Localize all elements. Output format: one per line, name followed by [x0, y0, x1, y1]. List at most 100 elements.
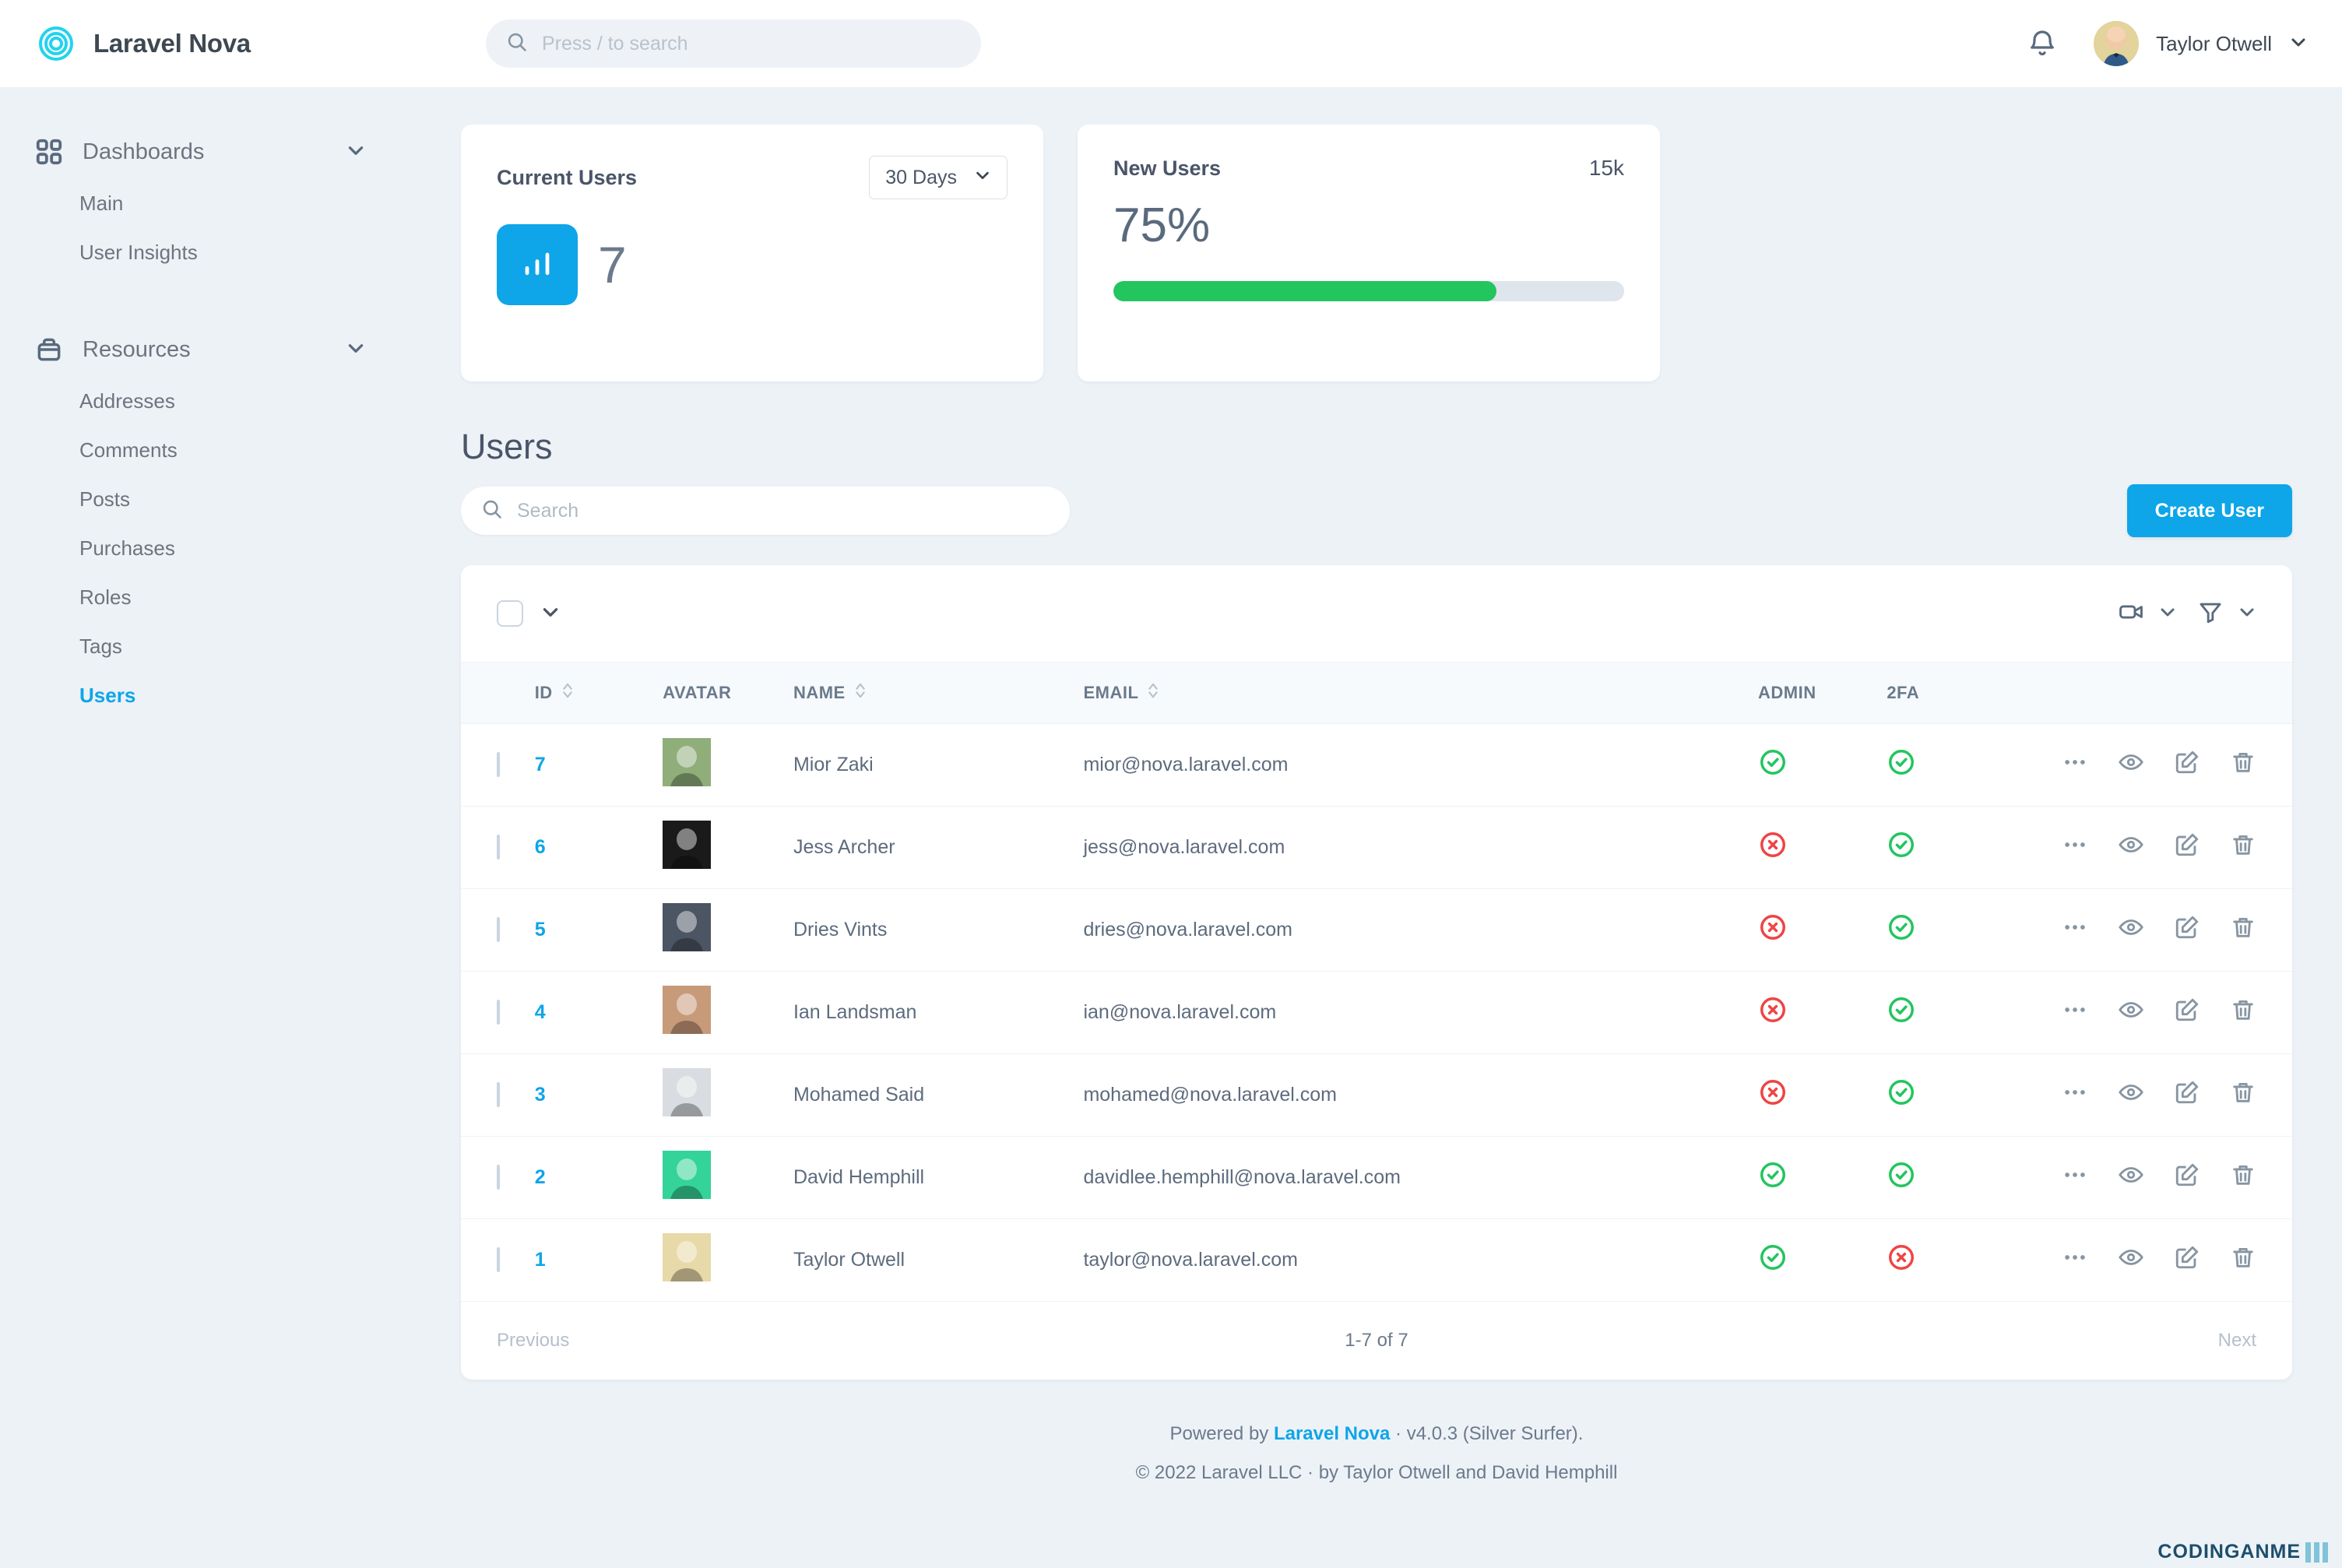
row-id-link[interactable]: 1: [535, 1249, 546, 1271]
chevron-down-icon[interactable]: [540, 602, 561, 626]
row-avatar-cell: [663, 723, 793, 807]
search-input[interactable]: Search: [461, 487, 1070, 535]
chevron-down-icon[interactable]: [346, 338, 366, 362]
sidebar-item-tags[interactable]: Tags: [0, 622, 448, 671]
ellipsis-icon[interactable]: [2062, 1079, 2088, 1111]
next-page-button[interactable]: Next: [2218, 1330, 2256, 1352]
page-title: Users: [461, 427, 553, 466]
create-user-button[interactable]: Create User: [2126, 484, 2292, 537]
th-id[interactable]: ID: [534, 662, 663, 724]
row-select-cell: [461, 1053, 535, 1137]
sidebar-item-roles[interactable]: Roles: [0, 573, 448, 622]
sidebar-item-user-insights[interactable]: User Insights: [0, 228, 448, 277]
row-name-cell: Taylor Otwell: [793, 1218, 1084, 1302]
row-checkbox[interactable]: [497, 1165, 500, 1190]
trash-icon[interactable]: [2230, 997, 2256, 1028]
row-checkbox[interactable]: [497, 1247, 500, 1272]
row-name-cell: Mohamed Said: [793, 1053, 1084, 1137]
archive-box-icon: [34, 335, 64, 364]
row-id-link[interactable]: 6: [535, 836, 546, 858]
row-id-link[interactable]: 4: [535, 1001, 546, 1023]
row-admin-status: [1757, 971, 1887, 1054]
table-row[interactable]: 1 Taylor Otwell taylor@nova.laravel.com: [461, 1218, 2292, 1302]
sidebar-item-users[interactable]: Users: [0, 671, 448, 720]
sidebar-item-posts[interactable]: Posts: [0, 475, 448, 524]
eye-icon[interactable]: [2118, 1162, 2144, 1194]
pencil-icon[interactable]: [2174, 831, 2200, 863]
eye-icon[interactable]: [2118, 749, 2144, 781]
row-email-cell: taylor@nova.laravel.com: [1083, 1218, 1758, 1302]
th-name[interactable]: NAME: [793, 662, 1084, 724]
pencil-icon[interactable]: [2174, 914, 2200, 946]
row-id-link[interactable]: 3: [535, 1084, 546, 1106]
sidebar-item-main[interactable]: Main: [0, 179, 448, 228]
table-row[interactable]: 4 Ian Landsman ian@nova.laravel.com: [461, 971, 2292, 1054]
range-select[interactable]: 30 Days: [869, 156, 1007, 199]
pencil-icon[interactable]: [2174, 997, 2200, 1028]
pencil-icon[interactable]: [2174, 1162, 2200, 1194]
sidebar-item-purchases[interactable]: Purchases: [0, 524, 448, 573]
eye-icon[interactable]: [2118, 831, 2144, 863]
sidebar-group-dashboards[interactable]: Dashboards: [0, 125, 448, 179]
sidebar-item-addresses[interactable]: Addresses: [0, 377, 448, 426]
row-checkbox[interactable]: [497, 752, 500, 777]
pagination-count: 1-7 of 7: [1345, 1330, 1408, 1351]
global-search-input[interactable]: Press / to search: [486, 19, 981, 68]
row-id-link[interactable]: 5: [535, 919, 546, 940]
row-select-cell: [461, 806, 535, 889]
row-actions-cell: [2062, 971, 2292, 1054]
chevron-down-icon: [2238, 603, 2256, 625]
select-all-checkbox[interactable]: [497, 600, 523, 627]
eye-icon[interactable]: [2118, 1244, 2144, 1276]
row-checkbox[interactable]: [497, 1082, 500, 1107]
chevron-down-icon: [2158, 603, 2177, 625]
table-row[interactable]: 3 Mohamed Said mohamed@nova.laravel.com: [461, 1053, 2292, 1137]
trash-icon[interactable]: [2230, 1244, 2256, 1276]
actions-menu-button[interactable]: [2118, 599, 2177, 629]
sort-icon: [855, 681, 866, 705]
pencil-icon[interactable]: [2174, 1244, 2200, 1276]
row-id-link[interactable]: 2: [535, 1166, 546, 1188]
ellipsis-icon[interactable]: [2062, 1244, 2088, 1276]
chevron-down-icon: [2289, 33, 2308, 55]
eye-icon[interactable]: [2118, 1079, 2144, 1111]
table-row[interactable]: 6 Jess Archer jess@nova.laravel.com: [461, 806, 2292, 889]
row-checkbox[interactable]: [497, 835, 500, 860]
th-2fa: 2FA: [1887, 662, 2062, 724]
ellipsis-icon[interactable]: [2062, 749, 2088, 781]
chevron-down-icon[interactable]: [346, 140, 366, 164]
ellipsis-icon[interactable]: [2062, 831, 2088, 863]
eye-icon[interactable]: [2118, 997, 2144, 1028]
progress-bar-fill: [1113, 281, 1496, 301]
trash-icon[interactable]: [2230, 914, 2256, 946]
pencil-icon[interactable]: [2174, 749, 2200, 781]
table-row[interactable]: 7 Mior Zaki mior@nova.laravel.com: [461, 723, 2292, 807]
sidebar-item-comments[interactable]: Comments: [0, 426, 448, 475]
pencil-icon[interactable]: [2174, 1079, 2200, 1111]
footer-powered-by: Powered by Laravel Nova · v4.0.3 (Silver…: [461, 1423, 2292, 1445]
trash-icon[interactable]: [2230, 831, 2256, 863]
row-checkbox[interactable]: [497, 1000, 500, 1025]
ellipsis-icon[interactable]: [2062, 914, 2088, 946]
table-row[interactable]: 2 David Hemphill davidlee.hemphill@nova.la…: [461, 1136, 2292, 1219]
brand[interactable]: Laravel Nova: [34, 22, 386, 65]
sidebar-group-resources[interactable]: Resources: [0, 322, 448, 377]
ellipsis-icon[interactable]: [2062, 1162, 2088, 1194]
table-row[interactable]: 5 Dries Vints dries@nova.laravel.com: [461, 888, 2292, 972]
th-email[interactable]: EMAIL: [1083, 662, 1758, 724]
eye-icon[interactable]: [2118, 914, 2144, 946]
row-2fa-status: [1887, 888, 2062, 972]
laravel-nova-link[interactable]: Laravel Nova: [1274, 1423, 1390, 1444]
trash-icon[interactable]: [2230, 1079, 2256, 1111]
filter-button[interactable]: [2197, 599, 2256, 629]
trash-icon[interactable]: [2230, 749, 2256, 781]
ellipsis-icon[interactable]: [2062, 997, 2088, 1028]
trash-icon[interactable]: [2230, 1162, 2256, 1194]
row-name-cell: Dries Vints: [793, 888, 1084, 972]
bell-icon[interactable]: [2027, 28, 2058, 59]
previous-page-button[interactable]: Previous: [497, 1330, 569, 1352]
user-menu[interactable]: Taylor Otwell: [2094, 21, 2308, 66]
row-id-link[interactable]: 7: [535, 754, 546, 775]
row-checkbox[interactable]: [497, 917, 500, 942]
